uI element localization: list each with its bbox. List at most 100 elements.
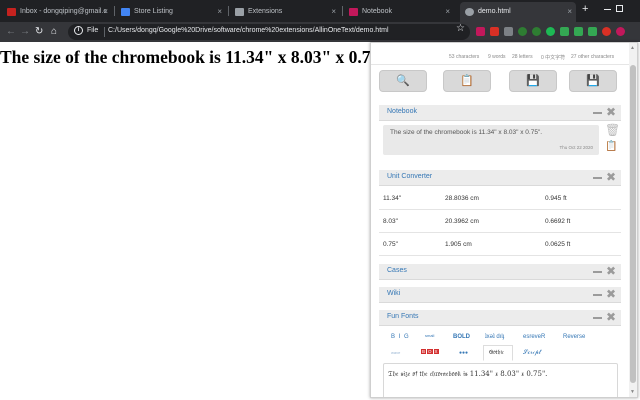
note-text: The size of the chromebook is 11.34" x 8…: [390, 129, 543, 136]
cjk-count: 0 中文字符: [541, 55, 566, 61]
minimize-icon[interactable]: [593, 317, 602, 319]
reload-button[interactable]: ↻: [35, 25, 43, 39]
trash-icon[interactable]: 🗑: [605, 123, 620, 137]
tab-title: Inbox - dongqiping@gmail.c: [20, 8, 107, 15]
tab-notebook[interactable]: Notebook ×: [344, 2, 454, 22]
font-flip-option[interactable]: ʇxǝʇ dılɟ: [485, 334, 504, 340]
minimize-icon[interactable]: [604, 9, 611, 10]
unit-converter-panel-header[interactable]: Unit Converter ✖: [379, 170, 621, 186]
minimize-icon[interactable]: [593, 112, 602, 114]
font-wave-option[interactable]: wave: [391, 350, 400, 355]
cm-value: 1.905 cm: [445, 241, 472, 248]
panel-title: Notebook: [387, 108, 417, 115]
window-controls: [604, 5, 636, 15]
tab-strip: Inbox - dongqiping@gmail.c × Store Listi…: [0, 0, 640, 22]
font-bold-option[interactable]: BOLD: [453, 334, 470, 340]
green-icon[interactable]: [560, 27, 569, 36]
tab-divider: [342, 6, 343, 16]
font-reverse-option[interactable]: Reverse: [563, 334, 585, 340]
close-icon[interactable]: ✖: [606, 105, 616, 119]
other-count: 27 other characters: [571, 54, 615, 60]
maximize-icon[interactable]: [616, 5, 623, 12]
save-icon: 💾: [526, 75, 540, 87]
font-small-option[interactable]: small: [425, 333, 434, 338]
font-box-option[interactable]: BOX: [421, 349, 440, 355]
paste-button[interactable]: 📋: [443, 70, 491, 92]
close-icon[interactable]: ×: [331, 2, 336, 22]
ft-value: 0.945 ft: [545, 195, 567, 202]
table-row: 0.75" 1.905 cm 0.0625 ft: [379, 233, 621, 256]
info-icon[interactable]: i: [74, 26, 83, 35]
address-bar[interactable]: i File C:/Users/dongq/Google%20Drive/sof…: [68, 24, 470, 40]
minimize-icon[interactable]: [593, 294, 602, 296]
close-icon[interactable]: ✖: [606, 287, 616, 301]
close-icon[interactable]: ×: [217, 2, 222, 22]
tab-title: Extensions: [248, 8, 283, 15]
cases-panel-header[interactable]: Cases ✖: [379, 264, 621, 280]
inch-value: 11.34": [383, 195, 402, 202]
letter-count: 28 letters: [512, 54, 533, 60]
tab-title: Store Listing: [134, 8, 173, 15]
home-button[interactable]: ⌂: [51, 25, 57, 39]
font-circle-option[interactable]: ●●●: [459, 350, 468, 356]
paste-icon[interactable]: 📋: [605, 141, 617, 152]
close-icon[interactable]: ×: [103, 2, 108, 22]
font-script-option[interactable]: 𝒮𝒸𝓇𝒾𝓅𝓉: [523, 349, 541, 357]
note-item[interactable]: The size of the chromebook is 11.34" x 8…: [383, 125, 599, 155]
forward-button[interactable]: →: [20, 25, 30, 39]
url-scheme: File: [87, 27, 99, 34]
font-mirror-option[interactable]: esreveR: [523, 334, 545, 340]
allinonetext-icon[interactable]: [616, 27, 625, 36]
green-icon[interactable]: [588, 27, 597, 36]
search-button[interactable]: 🔍: [379, 70, 427, 92]
cm-value: 28.8036 cm: [445, 195, 479, 202]
close-icon[interactable]: ×: [445, 2, 450, 22]
minimize-icon[interactable]: [593, 271, 602, 273]
save-button[interactable]: 💾: [509, 70, 557, 92]
back-button[interactable]: ←: [6, 25, 16, 39]
cm-value: 20.3962 cm: [445, 218, 479, 225]
inch-value: 0.75": [383, 241, 398, 248]
search-icon: 🔍: [396, 75, 410, 87]
url-text[interactable]: C:/Users/dongq/Google%20Drive/software/c…: [108, 27, 389, 34]
bookmark-star-icon[interactable]: ☆: [456, 23, 465, 34]
close-icon[interactable]: ✖: [606, 264, 616, 278]
minimize-icon[interactable]: [593, 177, 602, 179]
panel-title: Cases: [387, 267, 407, 274]
popup-scrollbar[interactable]: ▲ ▼: [629, 43, 637, 397]
close-icon[interactable]: ✖: [606, 170, 616, 184]
note-date: Thu Oct 22 2020: [559, 145, 593, 150]
browser-toolbar: ← → ↻ ⌂ i File C:/Users/dongq/Google%20D…: [0, 22, 640, 42]
tab-extensions[interactable]: Extensions ×: [230, 2, 340, 22]
fun-font-output[interactable]: 𝔗𝔥𝔢 𝔰𝔦𝔷𝔢 𝔬𝔣 𝔱𝔥𝔢 𝔠𝔥𝔯𝔬𝔪𝔢𝔟𝔬𝔬𝔨 𝔦𝔰 11.34" 𝔵 8…: [383, 363, 618, 397]
green-icon[interactable]: [574, 27, 583, 36]
evernote-icon[interactable]: [518, 27, 527, 36]
new-tab-button[interactable]: +: [582, 3, 588, 15]
tab-inbox[interactable]: Inbox - dongqiping@gmail.c ×: [2, 2, 112, 22]
tab-demo-html[interactable]: demo.html ×: [460, 2, 576, 22]
wiki-panel-header[interactable]: Wiki ✖: [379, 287, 621, 303]
allinonetext-icon[interactable]: [476, 27, 485, 36]
panel-title: Fun Fonts: [387, 313, 419, 320]
close-icon[interactable]: ×: [567, 2, 572, 22]
tab-store-listing[interactable]: Store Listing ×: [116, 2, 226, 22]
scroll-down-icon[interactable]: ▼: [630, 389, 635, 395]
save-to-notebook-icon: 💾: [586, 75, 600, 87]
font-big-option[interactable]: B I G: [391, 334, 410, 340]
puzzle-icon: [235, 8, 244, 16]
save-to-notebook-button[interactable]: 💾: [569, 70, 617, 92]
evernote-icon[interactable]: [532, 27, 541, 36]
red-circle-icon[interactable]: [602, 27, 611, 36]
close-icon[interactable]: ✖: [606, 310, 616, 324]
notebook-panel-header[interactable]: Notebook ✖: [379, 105, 621, 121]
shield-icon[interactable]: [504, 27, 513, 36]
store-icon: [121, 8, 130, 16]
font-gothic-option[interactable]: 𝔊𝔬𝔱𝔥𝔦𝔠: [489, 349, 504, 357]
table-row: 8.03" 20.3962 cm 0.6692 ft: [379, 210, 621, 233]
scroll-up-icon[interactable]: ▲: [630, 45, 635, 51]
panel-title: Wiki: [387, 290, 401, 297]
scrollbar-thumb[interactable]: [630, 65, 636, 383]
spotify-icon[interactable]: [546, 27, 555, 36]
red-badge-icon[interactable]: [490, 27, 499, 36]
fun-fonts-panel-header[interactable]: Fun Fonts ✖: [379, 310, 621, 326]
